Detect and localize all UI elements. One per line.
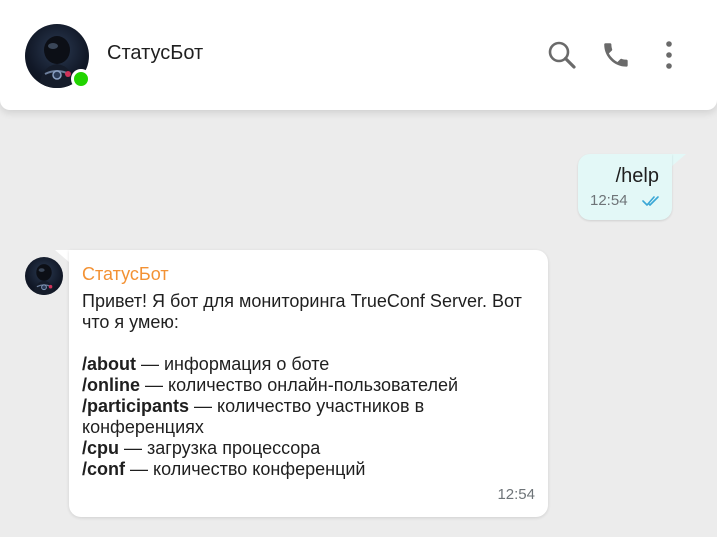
- outgoing-message-text: /help: [615, 165, 659, 187]
- command-line: /conf — количество конференций: [82, 459, 537, 480]
- command-line: /about — информация о боте: [82, 354, 537, 375]
- search-icon[interactable]: [545, 38, 579, 72]
- command-name[interactable]: /cpu: [82, 438, 119, 458]
- command-description: — информация о боте: [136, 354, 330, 374]
- command-description: — загрузка процессора: [119, 438, 321, 458]
- command-description: — количество конференций: [125, 459, 366, 479]
- bot-avatar[interactable]: [25, 24, 91, 89]
- intro-text: Привет! Я бот для мониторинга TrueConf S…: [82, 291, 522, 332]
- bot-message-avatar[interactable]: [25, 257, 63, 295]
- command-name[interactable]: /about: [82, 354, 136, 374]
- robot-avatar-image: [25, 257, 63, 295]
- double-check-icon: [642, 194, 662, 208]
- command-line: /cpu — загрузка процессора: [82, 438, 537, 459]
- more-vert-icon[interactable]: [652, 38, 686, 72]
- online-status-dot: [71, 69, 91, 89]
- incoming-bubble-tail: [55, 250, 69, 262]
- command-description: — количество онлайн-пользователей: [140, 375, 459, 395]
- incoming-message-time: 12:54: [497, 486, 535, 503]
- command-name[interactable]: /conf: [82, 459, 125, 479]
- command-line: /online — количество онлайн-пользователе…: [82, 375, 537, 396]
- chat-header: СтатусБот: [0, 0, 717, 110]
- command-name[interactable]: /online: [82, 375, 140, 395]
- message-body: Привет! Я бот для мониторинга TrueConf S…: [82, 291, 537, 480]
- phone-icon[interactable]: [599, 38, 633, 72]
- sender-name[interactable]: СтатусБот: [82, 264, 169, 285]
- command-line: /participants — количество участников в …: [82, 396, 537, 438]
- outgoing-message[interactable]: /help 12:54: [578, 154, 672, 220]
- incoming-message[interactable]: СтатусБот Привет! Я бот для мониторинга …: [69, 250, 548, 517]
- command-name[interactable]: /participants: [82, 396, 189, 416]
- outgoing-bubble-tail: [672, 154, 686, 166]
- chat-title: СтатусБот: [107, 42, 204, 64]
- outgoing-message-time: 12:54: [590, 192, 628, 209]
